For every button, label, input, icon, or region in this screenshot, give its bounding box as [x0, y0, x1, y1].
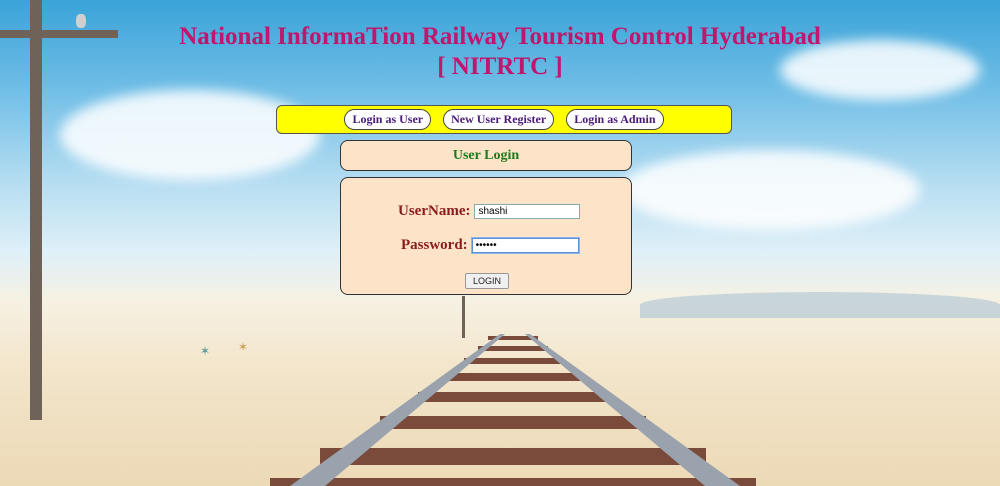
login-form: UserName: shashi Password: •••••• LOGIN — [340, 177, 632, 295]
grass-tuft: ✶ — [200, 344, 211, 358]
nav-bar: Login as User New User Register Login as… — [276, 105, 732, 134]
username-label: UserName: — [398, 203, 471, 219]
password-row: Password: •••••• — [401, 237, 579, 254]
login-as-user-button[interactable]: Login as User — [344, 109, 432, 130]
password-input[interactable]: •••••• — [471, 238, 579, 253]
username-input[interactable]: shashi — [474, 204, 581, 219]
login-as-admin-button[interactable]: Login as Admin — [566, 109, 664, 130]
title-acronym: [ NITRTC ] — [437, 53, 563, 80]
username-row: UserName: shashi — [398, 203, 581, 220]
grass-tuft: ✶ — [238, 340, 249, 354]
page-title: National InformaTion Railway Tourism Con… — [150, 22, 850, 82]
login-button[interactable]: LOGIN — [465, 273, 509, 289]
login-panel-header: User Login — [340, 140, 632, 171]
title-main: National InformaTion Railway Tourism Con… — [179, 23, 821, 50]
password-label: Password: — [401, 237, 468, 253]
new-user-register-button[interactable]: New User Register — [443, 109, 555, 130]
login-panel-title: User Login — [452, 147, 520, 163]
